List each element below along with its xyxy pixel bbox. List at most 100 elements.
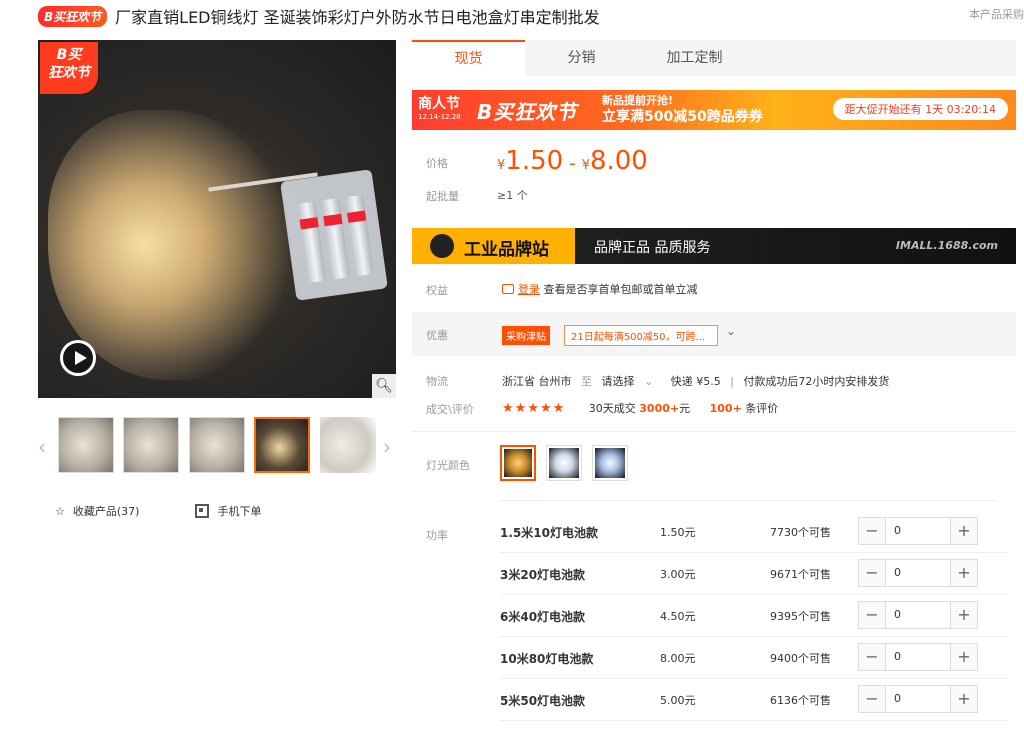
sku-stock: 9400个可售 [770,652,831,665]
price-max: 8.00 [589,146,648,176]
tab-spot[interactable]: 现货 [412,40,525,76]
ship-from: 浙江省 台州市 [502,375,572,388]
decrement-button[interactable]: − [859,560,885,586]
purchase-tabs: 现货 分销 加工定制 [412,40,1016,76]
magnifier-icon[interactable]: 🔍︎ [372,374,396,398]
quantity-input[interactable]: 0 [885,602,951,628]
banner-promo-line2: 立享满500减50跨品券券 [602,109,763,125]
thumbnail[interactable] [189,417,245,473]
login-link[interactable]: 登录 [518,283,540,296]
logistics-label: 物流 [426,375,448,388]
discount-label: 优惠 [426,329,448,342]
color-swatch-cool-white[interactable] [546,445,582,481]
chevron-right-icon[interactable]: › [383,435,391,459]
sku-price: 5.00元 [660,694,696,707]
chevron-down-icon[interactable]: ⌄ [726,324,736,338]
logistics-line: 浙江省 台州市 至 请选择 ⌄ 快递 ¥5.5 | 付款成功后72小时内安排发货 [502,373,895,389]
chevron-left-icon[interactable]: ‹ [38,435,46,459]
thumbnail-active[interactable] [254,417,310,473]
deals-prefix: 30天成交 [588,402,636,415]
sku-price: 8.00元 [660,652,696,665]
discount-section: 优惠 采购津贴 21日起每满500减50，可跨... ⌄ [412,312,1016,356]
reviews-value[interactable]: 100+ [710,402,742,415]
quantity-input[interactable]: 0 [885,560,951,586]
decrement-button[interactable]: − [859,686,885,712]
price-min: 1.50 [505,146,564,176]
mobile-order-button[interactable]: 手机下单 [195,503,261,519]
price-dash: - [569,153,576,174]
reviews-suffix[interactable]: 条评价 [745,402,778,415]
color-swatch-warm-white[interactable] [500,445,536,481]
decrement-button[interactable]: − [859,518,885,544]
imall-logo-icon [430,234,454,258]
imall-title: 工业品牌站 [464,240,549,260]
sku-stock: 9671个可售 [770,568,831,581]
play-icon[interactable] [60,340,96,376]
rights-label: 权益 [426,284,448,297]
event-dates: 12.14-12.28 [418,113,461,121]
swatch-image [595,448,625,478]
divider [500,500,996,501]
sku-row: 10米80灯电池款 8.00元 9400个可售 − 0 + [500,637,1008,679]
quantity-stepper: − 0 + [858,559,978,587]
title-right-link[interactable]: 本产品采购 [969,6,1024,22]
decrement-button[interactable]: − [859,602,885,628]
increment-button[interactable]: + [951,644,977,670]
sku-name: 3米20灯电池款 [500,568,586,582]
favorite-button[interactable]: ☆ 收藏产品(37) [55,503,139,519]
battery-cell [344,194,374,277]
moq-value: ≥1 个 [497,189,528,202]
sku-row: 1.5米10灯电池款 1.50元 7730个可售 − 0 + [500,511,1008,553]
chevron-down-icon[interactable]: ⌄ [644,375,653,388]
quantity-input[interactable]: 0 [885,518,951,544]
logistics-section: 物流 浙江省 台州市 至 请选择 ⌄ 快递 ¥5.5 | 付款成功后72小时内安… [412,366,1016,426]
quantity-stepper: − 0 + [858,601,978,629]
coupon-chip[interactable]: 21日起每满500减50，可跨... [564,325,718,346]
delivery-time: 付款成功后72小时内安排发货 [743,375,890,388]
star-outline-icon: ☆ [55,504,65,518]
imall-subtitle: 品牌正品 品质服务 [594,240,711,256]
sku-row: 6米40灯电池款 4.50元 9395个可售 − 0 + [500,595,1008,637]
tab-custom[interactable]: 加工定制 [638,40,751,76]
subsidy-tag: 采购津贴 [502,326,550,345]
promo-banner[interactable]: 商人节 12.14-12.28 B买狂欢节 新品提前开抢! 立享满500减50跨… [412,90,1016,130]
increment-button[interactable]: + [951,560,977,586]
tab-distribution[interactable]: 分销 [525,40,638,76]
thumbnail[interactable] [320,417,376,473]
festival-badge-line1: B买 [56,47,82,63]
separator: | [730,375,734,388]
quantity-input[interactable]: 0 [885,686,951,712]
evaluation-line: ★★★★★ 30天成交 3000+元 100+ 条评价 [502,400,778,416]
increment-button[interactable]: + [951,602,977,628]
thumbnail[interactable] [123,417,179,473]
promo-badge: B买狂欢节 [38,5,108,27]
sku-row: 3米20灯电池款 3.00元 9671个可售 − 0 + [500,553,1008,595]
deals-value: 3000+ [639,402,680,415]
sku-stock: 7730个可售 [770,526,831,539]
gallery-actions: ☆ 收藏产品(37) 手机下单 [55,503,261,519]
evaluation-label: 成交\评价 [426,403,474,416]
swatch-image [504,449,532,477]
price-label: 价格 [426,157,448,170]
price-section: 价格 ¥1.50- ¥8.00 起批量 ≥1 个 [412,140,1016,212]
battery-box [280,169,388,301]
imall-brand-bar[interactable]: 工业品牌站 品牌正品 品质服务 IMALL.1688.com [412,228,1016,264]
sku-price: 1.50元 [660,526,696,539]
battery-cell [321,197,351,280]
color-swatch-blue-white[interactable] [592,445,628,481]
increment-button[interactable]: + [951,686,977,712]
thumbnail-strip: ‹ › [38,415,396,475]
power-label: 功率 [426,529,448,542]
qr-code-icon [195,504,210,518]
sku-name: 6米40灯电池款 [500,610,586,624]
quantity-input[interactable]: 0 [885,644,951,670]
rights-section: 权益 登录 查看是否享首单包邮或首单立减 [412,270,1016,308]
banner-promo: 新品提前开抢! 立享满500减50跨品券券 [602,93,763,125]
decrement-button[interactable]: − [859,644,885,670]
main-product-image[interactable]: B买 狂欢节 🔍︎ [38,40,396,398]
thumbnail[interactable] [58,417,114,473]
destination-select[interactable]: 请选择 [602,375,635,388]
ship-to-word: 至 [581,375,592,388]
title-bar: B买狂欢节 厂家直销LED铜线灯 圣诞装饰彩灯户外防水节日电池盒灯串定制批发 本… [38,0,1024,32]
increment-button[interactable]: + [951,518,977,544]
